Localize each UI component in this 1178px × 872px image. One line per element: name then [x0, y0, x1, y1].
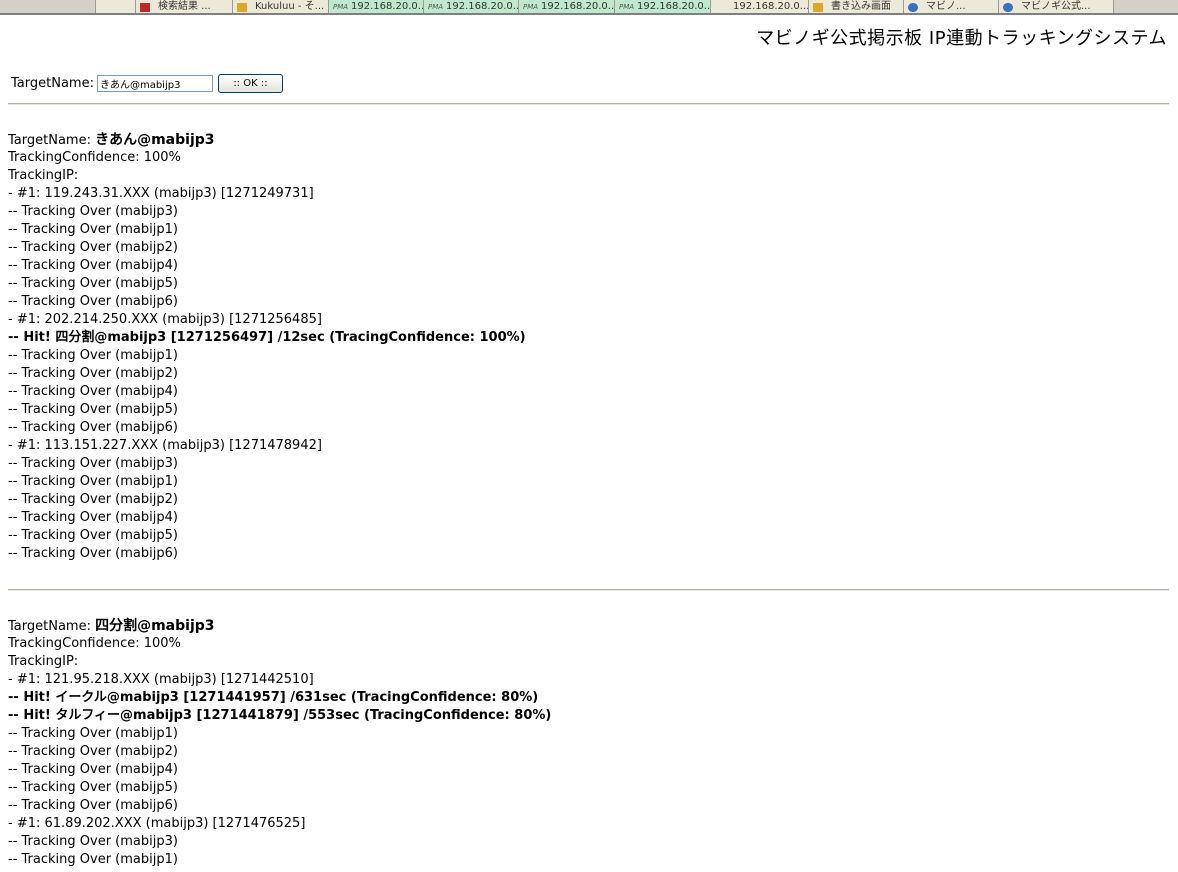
star-icon [813, 3, 823, 12]
tracking-over-line: -- Tracking Over (mabijp5) [8, 780, 178, 795]
browser-tab-label: Kukuluu - そ... [255, 1, 325, 12]
browser-tab-label: マビノ... [926, 1, 966, 12]
ie-icon [1003, 3, 1013, 12]
target-name-value: きあん@mabijp3 [95, 132, 215, 148]
browser-tab-label: 192.168.20.0... [446, 1, 523, 12]
ip-line: - #1: 61.89.202.XXX (mabijp3) [127147652… [8, 816, 306, 831]
hit-line: -- Hit! イークル@mabijp3 [1271441957] /631se… [8, 690, 539, 705]
tracking-ip-header: TrackingIP: [8, 168, 79, 183]
tracking-over-line: -- Tracking Over (mabijp1) [8, 474, 178, 489]
hit-line: -- Hit! 四分割@mabijp3 [1271256497] /12sec … [8, 330, 526, 345]
browser-tab-label: 192.168.20.0... [637, 1, 714, 12]
pma-icon [715, 3, 727, 12]
tracking-over-line: -- Tracking Over (mabijp4) [8, 258, 178, 273]
ip-line: - #1: 202.214.250.XXX (mabijp3) [1271256… [8, 312, 322, 327]
browser-tab[interactable]: マビノギ公式... [998, 0, 1114, 13]
tracking-over-line: -- Tracking Over (mabijp4) [8, 384, 178, 399]
ip-line: - #1: 113.151.227.XXX (mabijp3) [1271478… [8, 438, 322, 453]
tracking-report: TargetName: 四分割@mabijp3 TrackingConfidenc… [8, 617, 551, 869]
tracking-over-line: -- Tracking Over (mabijp2) [8, 492, 178, 507]
tracking-over-line: -- Tracking Over (mabijp6) [8, 420, 178, 435]
target-name-label: TargetName: [11, 75, 94, 91]
tracking-over-line: -- Tracking Over (mabijp1) [8, 222, 178, 237]
tracking-over-line: -- Tracking Over (mabijp3) [8, 456, 178, 471]
tracking-over-line: -- Tracking Over (mabijp1) [8, 348, 178, 363]
page-title: マビノギ公式掲示板 IP連動トラッキングシステム [756, 28, 1167, 49]
tracking-over-line: -- Tracking Over (mabijp5) [8, 276, 178, 291]
browser-tab-bar: 検索結果 ... Kukuluu - そ... PMA 192.168.20.0...… [0, 0, 1178, 15]
tracking-over-line: -- Tracking Over (mabijp5) [8, 402, 178, 417]
tracking-over-line: -- Tracking Over (mabijp3) [8, 204, 178, 219]
tracking-over-line: -- Tracking Over (mabijp5) [8, 528, 178, 543]
tracking-confidence: TrackingConfidence: 100% [8, 636, 181, 651]
target-name-row: TargetName: きあん@mabijp3 [8, 131, 526, 149]
tracking-over-line: -- Tracking Over (mabijp6) [8, 798, 178, 813]
browser-tab-label: 192.168.20.0... [351, 1, 428, 12]
target-name-input[interactable] [96, 74, 213, 92]
tracking-over-line: -- Tracking Over (mabijp4) [8, 510, 178, 525]
search-form: TargetName: :: OK :: [11, 72, 283, 94]
pma-icon: PMA [333, 3, 349, 11]
browser-tab-label: 192.168.20.0... [541, 1, 618, 12]
target-label: TargetName: [8, 133, 91, 148]
pma-icon: PMA [619, 3, 635, 11]
tracking-over-line: -- Tracking Over (mabijp4) [8, 762, 178, 777]
browser-tab-label: マビノギ公式... [1021, 1, 1091, 12]
tracking-ip-header: TrackingIP: [8, 654, 79, 669]
ok-button[interactable]: :: OK :: [217, 73, 283, 93]
tracking-over-line: -- Tracking Over (mabijp1) [8, 726, 178, 741]
browser-tab-label: 検索結果 ... [158, 1, 211, 12]
pma-icon: PMA [428, 3, 444, 11]
tracking-over-line: -- Tracking Over (mabijp1) [8, 852, 178, 867]
target-label: TargetName: [8, 619, 91, 634]
browser-tab-label: 192.168.20.0... [733, 1, 810, 12]
ip-line: - #1: 119.243.31.XXX (mabijp3) [12712497… [8, 186, 314, 201]
tracking-over-line: -- Tracking Over (mabijp6) [8, 546, 178, 561]
ie-icon [908, 3, 918, 12]
tracking-confidence: TrackingConfidence: 100% [8, 150, 181, 165]
target-name-row: TargetName: 四分割@mabijp3 [8, 617, 551, 635]
divider [8, 103, 1169, 105]
tracking-report: TargetName: きあん@mabijp3 TrackingConfidenc… [8, 131, 526, 563]
browser-tab-label: 書き込み画面 [831, 1, 891, 12]
tracking-over-line: -- Tracking Over (mabijp2) [8, 744, 178, 759]
star-icon [237, 3, 247, 12]
hit-line: -- Hit! タルフィー@mabijp3 [1271441879] /553s… [8, 708, 552, 723]
tracking-over-line: -- Tracking Over (mabijp2) [8, 366, 178, 381]
window-icon [100, 3, 112, 12]
target-name-value: 四分割@mabijp3 [95, 618, 215, 634]
divider [8, 589, 1169, 591]
ip-line: - #1: 121.95.218.XXX (mabijp3) [12714425… [8, 672, 314, 687]
tracking-over-line: -- Tracking Over (mabijp6) [8, 294, 178, 309]
tracking-over-line: -- Tracking Over (mabijp2) [8, 240, 178, 255]
bookmark-icon [140, 3, 150, 12]
pma-icon: PMA [523, 3, 539, 11]
tracking-over-line: -- Tracking Over (mabijp3) [8, 834, 178, 849]
